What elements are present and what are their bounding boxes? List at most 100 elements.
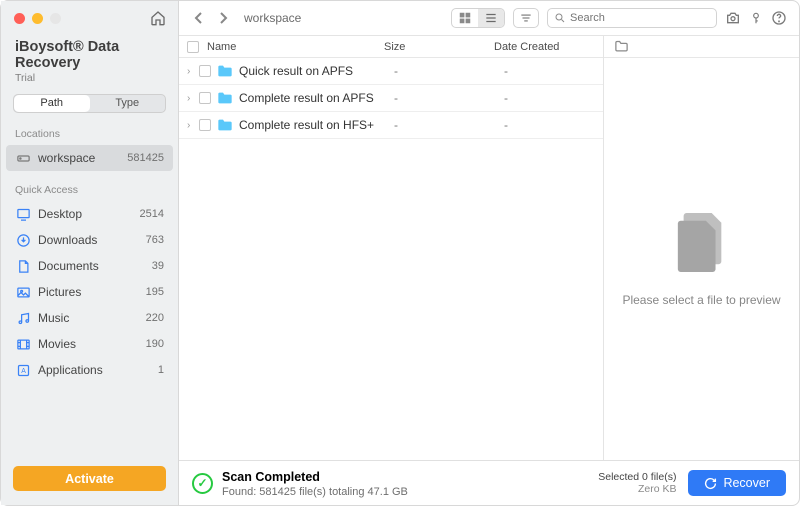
col-name[interactable]: Name [199,41,384,53]
column-headers: Name Size Date Created [179,36,603,58]
chevron-right-icon[interactable]: › [187,120,199,131]
desktop-icon [15,206,31,222]
documents-placeholder-icon [673,211,731,275]
row-checkbox[interactable] [199,92,211,104]
app-title: iBoysoft® Data Recovery [1,26,178,71]
toolbar: workspace [179,1,799,36]
file-size: - [394,118,504,132]
view-mode-switch[interactable] [451,8,505,28]
sidebar-item-music[interactable]: Music 220 [1,305,178,331]
status-bar: ✓ Scan Completed Found: 581425 file(s) t… [179,460,799,505]
recover-label: Recover [723,476,770,490]
folder-icon [217,118,233,132]
file-size: - [394,64,504,78]
sidebar-item-count: 763 [146,234,164,246]
grid-view-icon[interactable] [452,9,478,27]
sidebar-item-label: workspace [38,151,95,165]
segmented-path[interactable]: Path [14,95,90,112]
search-icon [554,12,566,24]
file-name: Complete result on HFS+ [239,118,394,132]
forward-button[interactable] [215,12,231,24]
activate-button[interactable]: Activate [13,466,166,491]
sidebar-item-label: Pictures [38,285,81,299]
file-date: - [504,91,603,105]
sidebar-item-count: 39 [152,260,164,272]
preview-folder-icon[interactable] [614,39,629,54]
col-size[interactable]: Size [384,41,494,53]
documents-icon [15,258,31,274]
table-row[interactable]: › Quick result on APFS - - [179,58,603,85]
sidebar-item-desktop[interactable]: Desktop 2514 [1,201,178,227]
sidebar-item-label: Applications [38,363,103,377]
search-input[interactable] [570,12,712,24]
movies-icon [15,336,31,352]
sidebar-item-downloads[interactable]: Downloads 763 [1,227,178,253]
window-controls [1,1,178,26]
minimize-icon[interactable] [32,13,43,24]
sidebar-item-pictures[interactable]: Pictures 195 [1,279,178,305]
sidebar-item-workspace[interactable]: workspace 581425 [6,145,173,171]
col-date[interactable]: Date Created [494,41,603,53]
music-icon [15,310,31,326]
segmented-type[interactable]: Type [90,95,166,112]
main-panel: workspace Name Size Date Created [179,1,799,505]
home-icon[interactable] [150,10,166,26]
camera-icon[interactable] [725,10,741,26]
trial-label: Trial [1,71,178,94]
checkmark-icon: ✓ [192,473,213,494]
sidebar-item-count: 581425 [127,152,164,164]
select-all-checkbox[interactable] [187,41,199,53]
close-icon[interactable] [14,13,25,24]
sidebar: iBoysoft® Data Recovery Trial Path Type … [1,1,179,505]
selected-count: Selected 0 file(s) [598,471,676,483]
sidebar-item-label: Desktop [38,207,82,221]
applications-icon: A [15,362,31,378]
folder-icon [217,91,233,105]
sidebar-item-label: Documents [38,259,99,273]
file-date: - [504,64,603,78]
file-date: - [504,118,603,132]
search-field[interactable] [547,8,717,28]
sidebar-item-documents[interactable]: Documents 39 [1,253,178,279]
quick-access-label: Quick Access [1,181,178,201]
sidebar-item-count: 2514 [140,208,164,220]
disk-icon [15,150,31,166]
file-name: Complete result on APFS [239,91,394,105]
preview-panel: Please select a file to preview [604,36,799,460]
help-icon[interactable] [771,10,787,26]
folder-icon [217,64,233,78]
locations-label: Locations [1,125,178,145]
downloads-icon [15,232,31,248]
sidebar-item-label: Movies [38,337,76,351]
file-size: - [394,91,504,105]
sidebar-item-label: Downloads [38,233,97,247]
file-name: Quick result on APFS [239,64,394,78]
table-row[interactable]: › Complete result on HFS+ - - [179,112,603,139]
sidebar-item-count: 195 [146,286,164,298]
list-view-icon[interactable] [478,9,504,27]
path-type-segmented[interactable]: Path Type [13,94,166,113]
maximize-icon[interactable] [50,13,61,24]
sidebar-item-applications[interactable]: A Applications 1 [1,357,178,383]
sidebar-item-count: 190 [146,338,164,350]
selected-size: Zero KB [598,483,676,495]
sidebar-item-count: 1 [158,364,164,376]
row-checkbox[interactable] [199,65,211,77]
filter-button[interactable] [513,8,539,28]
file-list: Name Size Date Created › Quick result on… [179,36,604,460]
chevron-right-icon[interactable]: › [187,66,199,77]
row-checkbox[interactable] [199,119,211,131]
svg-text:A: A [21,368,26,375]
pictures-icon [15,284,31,300]
recover-button[interactable]: Recover [688,470,786,496]
chevron-right-icon[interactable]: › [187,93,199,104]
status-title: Scan Completed [222,470,320,484]
key-icon[interactable] [749,10,763,26]
breadcrumb: workspace [244,11,301,25]
table-row[interactable]: › Complete result on APFS - - [179,85,603,112]
preview-message: Please select a file to preview [622,293,780,307]
status-detail: Found: 581425 file(s) totaling 47.1 GB [222,486,408,498]
sidebar-item-movies[interactable]: Movies 190 [1,331,178,357]
refresh-icon [704,477,717,490]
back-button[interactable] [191,12,207,24]
